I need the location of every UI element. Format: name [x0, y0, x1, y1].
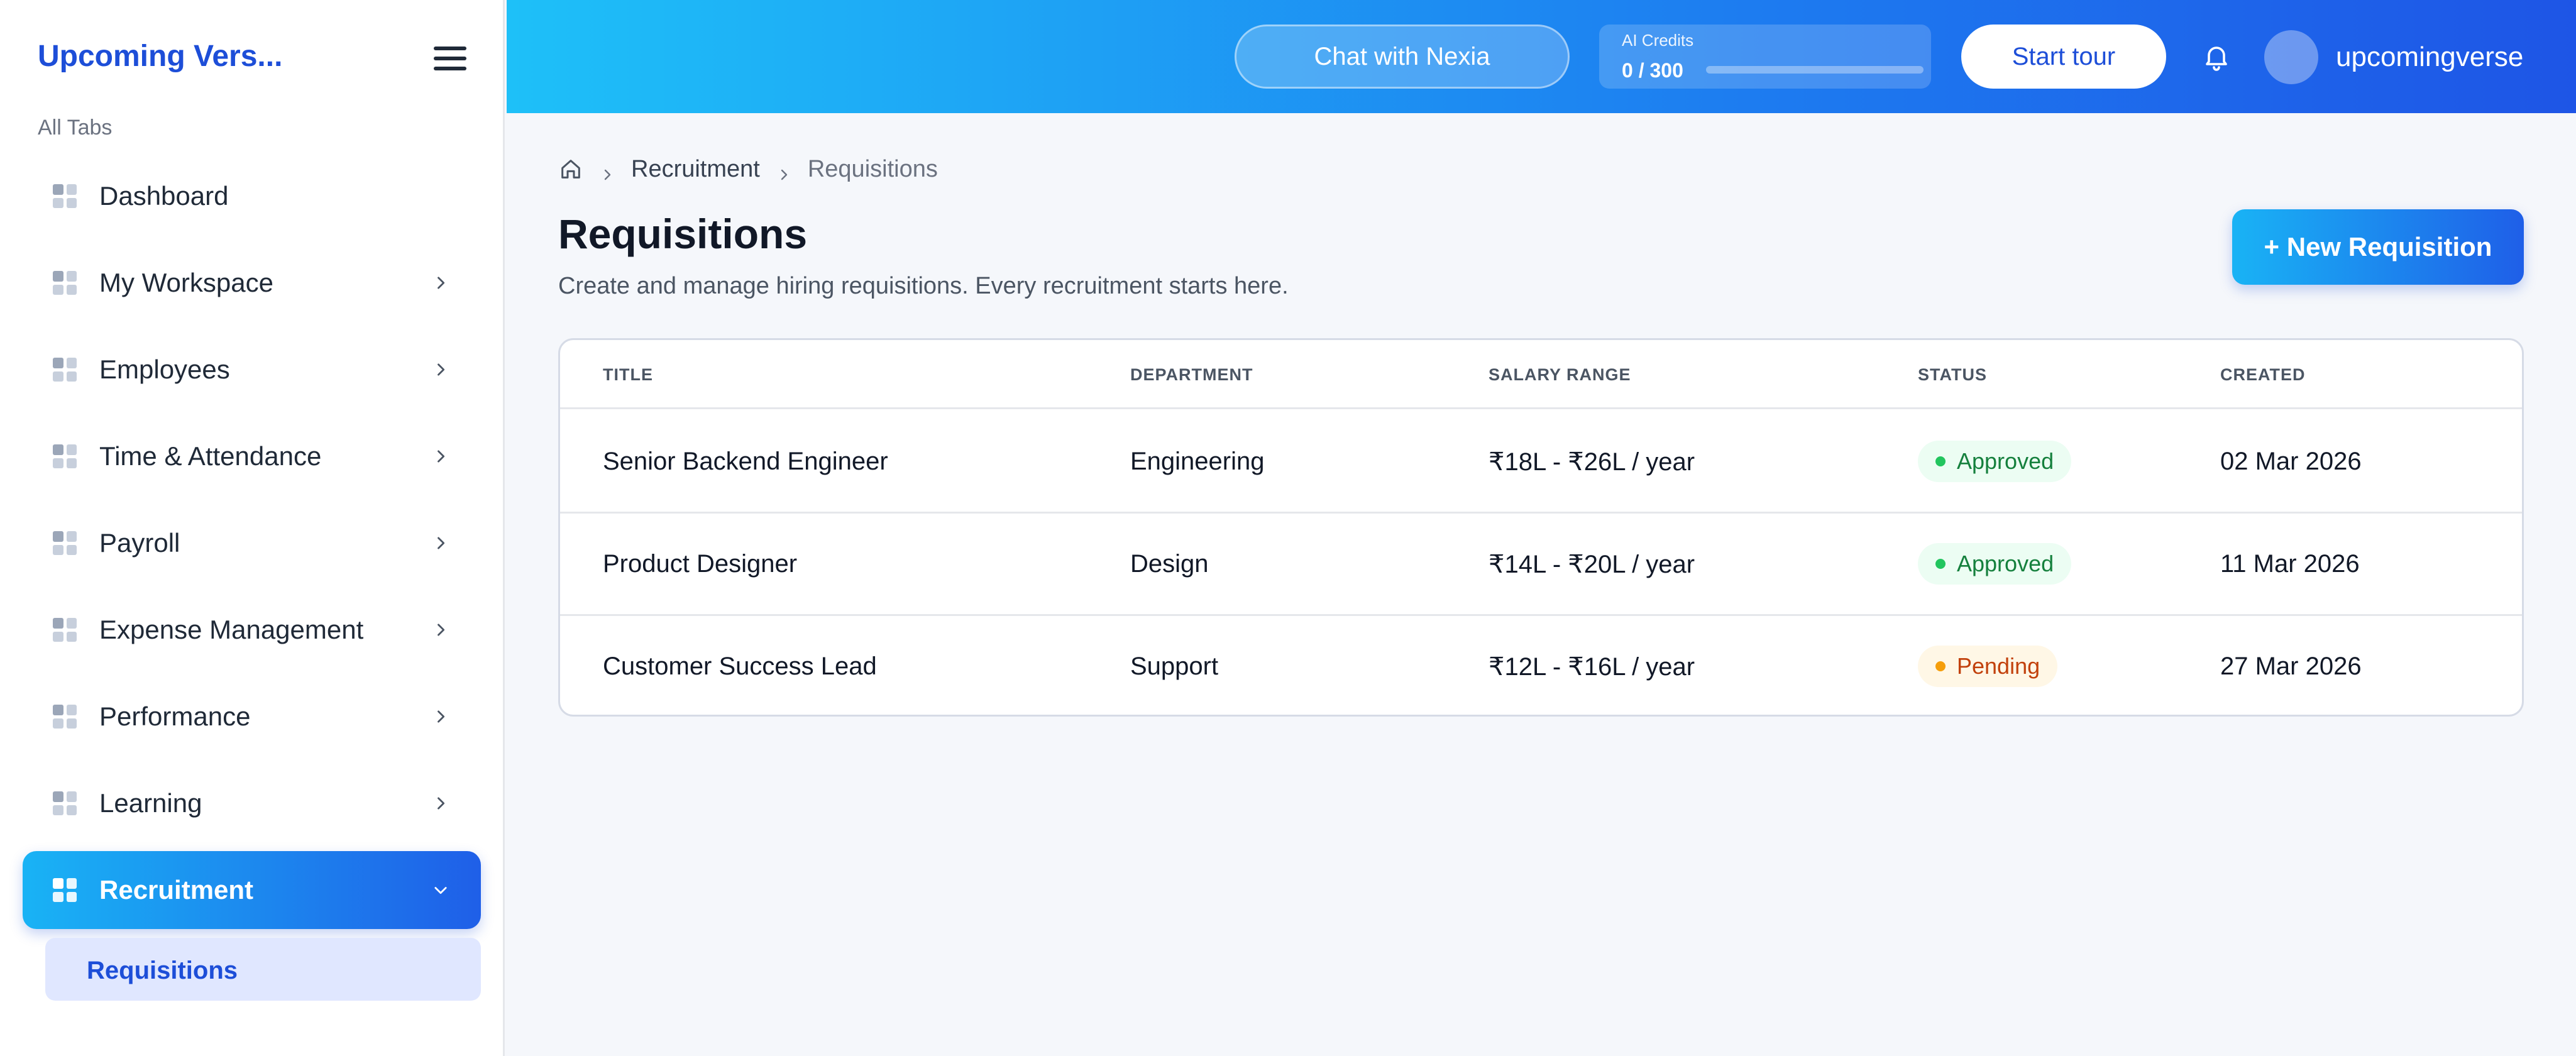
grid-icon — [53, 705, 77, 729]
status-dot-icon — [1935, 456, 1946, 466]
ai-credits-widget: AI Credits 0 / 300 — [1599, 25, 1931, 89]
status-badge: Approved — [1918, 441, 2072, 482]
sidebar-item-label: Employees — [99, 355, 230, 384]
sidebar-item-payroll[interactable]: Payroll — [23, 504, 481, 582]
cell-department: Design — [1130, 550, 1209, 578]
table-row[interactable]: Senior Backend Engineer Engineering ₹18L… — [560, 411, 2522, 514]
sidebar-item-learning[interactable]: Learning — [23, 764, 481, 842]
chevron-right-icon — [776, 162, 791, 180]
sidebar-item-label: My Workspace — [99, 268, 273, 297]
sidebar-subitem-label: Requisitions — [87, 957, 238, 984]
column-header-salary-range[interactable]: SALARY RANGE — [1489, 365, 1631, 385]
cell-salary-range: ₹14L - ₹20L / year — [1489, 551, 1695, 578]
top-bar: Chat with Nexia AI Credits 0 / 300 Start… — [507, 0, 2576, 113]
grid-icon — [53, 184, 77, 208]
grid-icon — [53, 618, 77, 642]
sidebar-item-label: Expense Management — [99, 615, 364, 644]
cell-title: Product Designer — [603, 550, 798, 578]
grid-icon — [53, 791, 77, 815]
brand-name[interactable]: Upcoming Vers... — [38, 39, 282, 74]
grid-icon — [53, 444, 77, 468]
requisitions-table: TITLE DEPARTMENT SALARY RANGE STATUS CRE… — [558, 338, 2524, 717]
bell-icon[interactable] — [2201, 41, 2232, 72]
start-tour-button[interactable]: Start tour — [1961, 25, 2166, 89]
status-label: Approved — [1957, 551, 2054, 576]
sidebar-item-time-attendance[interactable]: Time & Attendance — [23, 417, 481, 495]
chevron-right-icon — [432, 274, 449, 292]
sidebar-item-label: Recruitment — [99, 875, 254, 905]
page-subtitle: Create and manage hiring requisitions. E… — [558, 273, 1289, 299]
sidebar-item-recruitment[interactable]: Recruitment — [23, 851, 481, 929]
table-row[interactable]: Product Designer Design ₹14L - ₹20L / ye… — [560, 514, 2522, 616]
cell-title: Customer Success Lead — [603, 652, 877, 680]
sidebar-item-my-workspace[interactable]: My Workspace — [23, 244, 481, 322]
grid-icon — [53, 878, 77, 902]
breadcrumb-requisitions: Requisitions — [807, 155, 938, 182]
sidebar-item-employees[interactable]: Employees — [23, 331, 481, 409]
cell-department: Engineering — [1130, 448, 1265, 475]
cell-salary-range: ₹12L - ₹16L / year — [1489, 653, 1695, 681]
sidebar-item-label: Performance — [99, 701, 251, 731]
sidebar: Upcoming Vers... All Tabs Dashboard My W… — [0, 0, 505, 1056]
sidebar-subitem-requisitions[interactable]: Requisitions — [45, 938, 481, 1001]
status-dot-icon — [1935, 559, 1946, 569]
table-header: TITLE DEPARTMENT SALARY RANGE STATUS CRE… — [560, 340, 2522, 409]
cell-department: Support — [1130, 652, 1219, 680]
chevron-right-icon — [432, 361, 449, 378]
breadcrumb: Recruitment Requisitions — [558, 153, 938, 185]
cell-created: 11 Mar 2026 — [2220, 550, 2360, 578]
ai-credits-progress — [1706, 66, 1924, 74]
avatar[interactable] — [2264, 30, 2318, 84]
new-requisition-button[interactable]: + New Requisition — [2232, 209, 2524, 285]
ai-credits-label: AI Credits — [1622, 31, 1694, 50]
chevron-down-icon — [432, 881, 449, 899]
chevron-right-icon — [432, 795, 449, 812]
status-label: Approved — [1957, 448, 2054, 474]
chevron-right-icon — [432, 708, 449, 725]
sidebar-item-label: Learning — [99, 788, 202, 818]
chat-with-nexia-button[interactable]: Chat with Nexia — [1235, 25, 1570, 89]
home-icon[interactable] — [558, 157, 583, 182]
username[interactable]: upcomingverse — [2336, 41, 2523, 73]
sidebar-item-expense-management[interactable]: Expense Management — [23, 591, 481, 669]
cell-title: Senior Backend Engineer — [603, 448, 888, 475]
sidebar-item-label: Payroll — [99, 528, 180, 558]
column-header-title[interactable]: TITLE — [603, 365, 653, 385]
breadcrumb-recruitment[interactable]: Recruitment — [631, 156, 760, 183]
grid-icon — [53, 531, 77, 555]
cell-created: 27 Mar 2026 — [2220, 652, 2362, 680]
column-header-status[interactable]: STATUS — [1918, 365, 1987, 385]
table-row[interactable]: Customer Success Lead Support ₹12L - ₹16… — [560, 616, 2522, 715]
sidebar-item-performance[interactable]: Performance — [23, 678, 481, 756]
chevron-right-icon — [432, 621, 449, 639]
status-badge: Pending — [1918, 646, 2058, 687]
grid-icon — [53, 358, 77, 382]
column-header-department[interactable]: DEPARTMENT — [1130, 365, 1253, 385]
grid-icon — [53, 271, 77, 295]
cell-created: 02 Mar 2026 — [2220, 448, 2362, 475]
ai-credits-value: 0 / 300 — [1622, 59, 1683, 82]
menu-icon[interactable] — [434, 47, 466, 70]
sidebar-item-label: Dashboard — [99, 181, 229, 211]
status-label: Pending — [1957, 653, 2040, 679]
status-dot-icon — [1935, 661, 1946, 671]
column-header-created[interactable]: CREATED — [2220, 365, 2306, 385]
sidebar-item-dashboard[interactable]: Dashboard — [23, 157, 481, 235]
sidebar-item-label: Time & Attendance — [99, 441, 322, 471]
cell-salary-range: ₹18L - ₹26L / year — [1489, 448, 1695, 476]
section-label: All Tabs — [38, 116, 113, 140]
page-title: Requisitions — [558, 211, 808, 257]
status-badge: Approved — [1918, 543, 2072, 585]
chevron-right-icon — [432, 448, 449, 465]
chevron-right-icon — [600, 162, 615, 180]
chevron-right-icon — [432, 534, 449, 552]
